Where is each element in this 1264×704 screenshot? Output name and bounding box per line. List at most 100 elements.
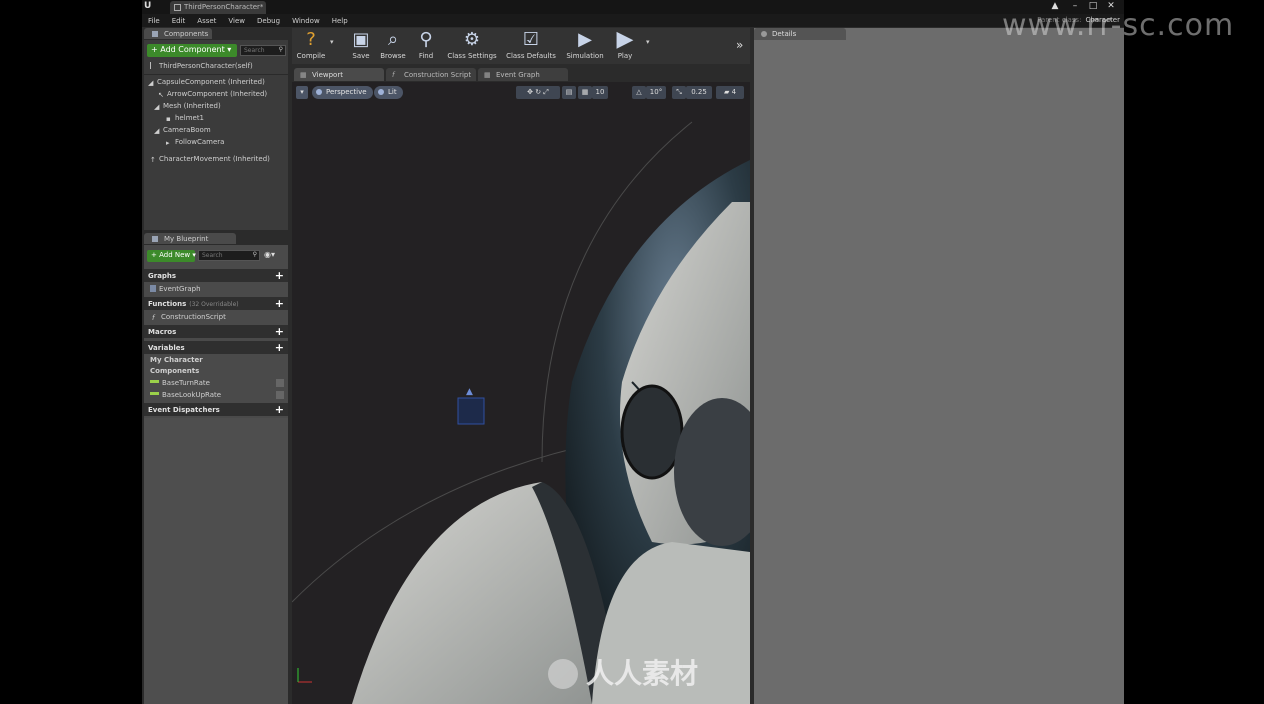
tab-construction-script[interactable]: f Construction Script	[386, 68, 476, 81]
add-dispatcher-plus-icon[interactable]: +	[275, 403, 284, 416]
blueprint-icon	[152, 236, 158, 242]
component-self-label: ThirdPersonCharacter(self)	[159, 62, 253, 70]
add-component-button[interactable]: + Add Component ▾	[147, 44, 237, 57]
my-character-category[interactable]: My Character	[150, 356, 203, 364]
lit-button[interactable]: Lit	[374, 86, 403, 99]
save-icon: ▣	[352, 29, 370, 50]
play-options-chevron-down-icon[interactable]: ▾	[646, 38, 650, 46]
functions-count: (32 Overridable)	[189, 301, 239, 308]
rotation-snap-icon[interactable]: △	[632, 86, 646, 99]
graphs-section-header[interactable]: Graphs +	[144, 269, 288, 282]
component-label: helmet1	[175, 114, 205, 122]
menu-view[interactable]: View	[228, 17, 245, 25]
components-tab[interactable]: Components	[144, 28, 212, 39]
eye-visibility-icon[interactable]	[276, 391, 284, 399]
rotation-snap-value[interactable]: 10°	[646, 86, 666, 99]
tab-viewport[interactable]: ▦ Viewport	[294, 68, 384, 81]
component-label: ArrowComponent (Inherited)	[167, 90, 268, 98]
compile-button[interactable]: ? Compile	[294, 28, 328, 64]
watermark-brand: 人人素材	[548, 652, 698, 692]
class-settings-label: Class Settings	[447, 52, 497, 60]
blueprint-search-input[interactable]: Search ⚲	[198, 250, 260, 261]
surface-snapping-icon[interactable]: ▤	[562, 86, 576, 99]
blueprint-icon	[174, 4, 181, 11]
class-defaults-label: Class Defaults	[506, 52, 556, 60]
camera-speed-value: 4	[731, 88, 737, 96]
class-settings-button[interactable]: ⚙ Class Settings	[446, 28, 498, 64]
add-variable-plus-icon[interactable]: +	[275, 341, 284, 354]
component-character-movement[interactable]: ↑ CharacterMovement (Inherited)	[150, 155, 270, 164]
functions-section-header[interactable]: Functions (32 Overridable) +	[144, 297, 288, 310]
component-arrow[interactable]: ↖ ArrowComponent (Inherited)	[158, 90, 268, 99]
perspective-button[interactable]: Perspective	[312, 86, 373, 99]
document-tab[interactable]: ThirdPersonCharacter*	[170, 1, 266, 14]
grid-snap-value[interactable]: 10	[592, 86, 608, 99]
menu-help[interactable]: Help	[332, 17, 348, 25]
macros-section-header[interactable]: Macros +	[144, 325, 288, 338]
simulation-label: Simulation	[566, 52, 604, 60]
menu-edit[interactable]: Edit	[172, 17, 186, 25]
lit-icon	[378, 89, 384, 95]
camera-icon: ▸	[166, 139, 170, 147]
variable-item[interactable]: BaseLookUpRate	[150, 391, 284, 399]
variable-item[interactable]: BaseTurnRate	[150, 379, 284, 387]
components-category[interactable]: Components	[150, 367, 199, 375]
variables-section-header[interactable]: Variables +	[144, 341, 288, 354]
component-capsule[interactable]: ◢ CapsuleComponent (Inherited)	[148, 78, 265, 87]
details-tab-label: Details	[772, 30, 797, 38]
class-defaults-icon: ☑	[522, 29, 540, 50]
eye-visibility-icon[interactable]	[276, 379, 284, 387]
viewport-3d[interactable]: ▲ ▾ Perspective Lit ✥ ↻ ⤢ ▤ ▦ 10 △ 10° ⤡…	[292, 82, 750, 704]
graphs-label: Graphs	[148, 272, 177, 280]
event-graph-item[interactable]: EventGraph	[150, 285, 201, 293]
add-graph-plus-icon[interactable]: +	[275, 269, 284, 282]
my-blueprint-empty-area	[144, 418, 288, 704]
scale-snap-value[interactable]: 0.25	[686, 86, 712, 99]
blueprint-search-placeholder: Search	[202, 252, 223, 259]
scale-snap-icon[interactable]: ⤡	[672, 86, 686, 99]
toolbar-overflow-button[interactable]: »	[736, 38, 743, 52]
component-self[interactable]: ThirdPersonCharacter(self)	[150, 62, 253, 70]
add-function-plus-icon[interactable]: +	[275, 297, 284, 310]
component-follow-camera[interactable]: ▸ FollowCamera	[166, 138, 224, 147]
component-camera-boom[interactable]: ◢ CameraBoom	[154, 126, 211, 135]
browse-icon: ⌕	[387, 29, 399, 50]
tab-event-graph[interactable]: ▦ Event Graph	[478, 68, 568, 81]
transform-tools[interactable]: ✥ ↻ ⤢	[516, 86, 560, 99]
menu-asset[interactable]: Asset	[197, 17, 216, 25]
macros-label: Macros	[148, 328, 177, 336]
menu-window[interactable]: Window	[292, 17, 320, 25]
compile-options-chevron-down-icon[interactable]: ▾	[330, 38, 334, 46]
component-helmet[interactable]: ▪ helmet1	[166, 114, 205, 123]
add-macro-plus-icon[interactable]: +	[275, 325, 284, 338]
save-button[interactable]: ▣ Save	[346, 28, 376, 64]
title-bar: U ThirdPersonCharacter* ▲ – □ ✕	[142, 0, 1124, 14]
details-tab[interactable]: Details	[754, 28, 846, 40]
viewport-options-chevron-down-icon[interactable]: ▾	[296, 86, 308, 99]
components-search-input[interactable]: Search ⚲	[240, 45, 286, 56]
component-mesh[interactable]: ◢ Mesh (Inherited)	[154, 102, 221, 111]
brand-logo-icon	[548, 659, 578, 689]
view-options-eye-icon[interactable]: ◉▾	[264, 250, 275, 259]
components-panel: + Add Component ▾ Search ⚲ ThirdPersonCh…	[144, 40, 288, 230]
graph-icon: ▦	[484, 71, 491, 79]
menu-debug[interactable]: Debug	[257, 17, 280, 25]
event-dispatchers-section-header[interactable]: Event Dispatchers +	[144, 403, 288, 416]
watermark-brand-text: 人人素材	[586, 657, 699, 690]
variables-label: Variables	[148, 344, 185, 352]
construction-script-item[interactable]: f ConstructionScript	[152, 313, 226, 322]
play-button[interactable]: ▶ Play	[610, 28, 640, 64]
grid-snap-icon[interactable]: ▦	[578, 86, 592, 99]
simulation-button[interactable]: ▶ Simulation	[564, 28, 606, 64]
add-new-button[interactable]: + Add New ▾	[147, 250, 196, 262]
browse-button[interactable]: ⌕ Browse	[378, 28, 408, 64]
class-defaults-button[interactable]: ☑ Class Defaults	[504, 28, 558, 64]
camera-speed-control[interactable]: ▰ 4	[716, 86, 744, 99]
my-blueprint-tab-label: My Blueprint	[164, 235, 209, 243]
viewport-icon: ▦	[300, 71, 307, 79]
find-button[interactable]: ⚲ Find	[412, 28, 440, 64]
toolbar: ? Compile ▾ ▣ Save ⌕ Browse ⚲ Find ⚙ Class Se…	[292, 28, 750, 64]
document-tab-label: ThirdPersonCharacter*	[184, 3, 264, 11]
my-blueprint-tab[interactable]: My Blueprint	[144, 233, 236, 244]
menu-file[interactable]: File	[148, 17, 160, 25]
